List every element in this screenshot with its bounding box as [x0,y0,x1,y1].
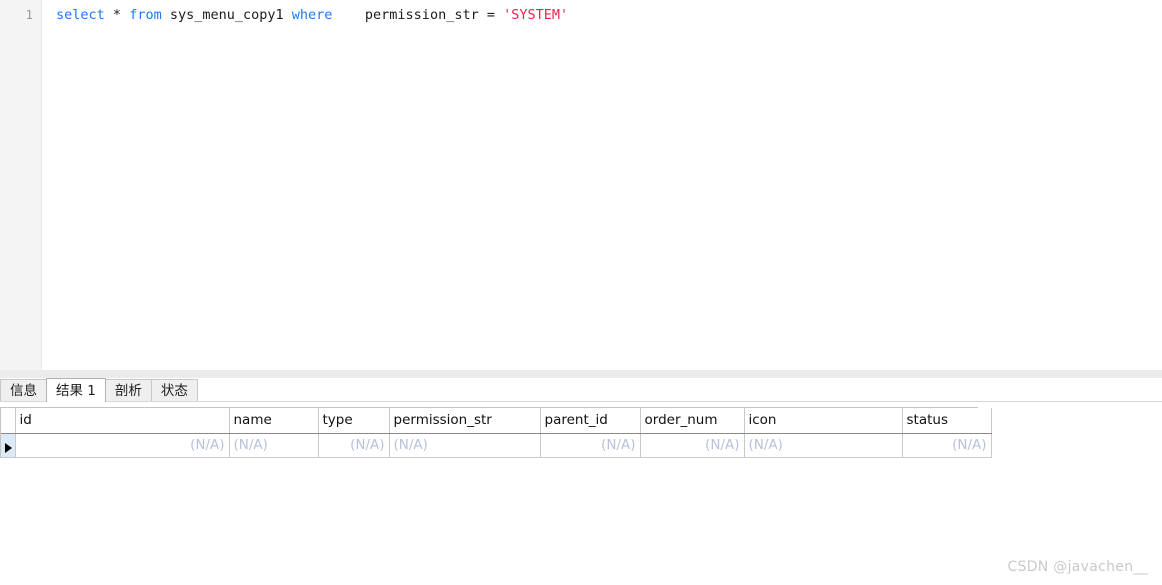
sql-editor-text[interactable]: select * from sys_menu_copy1 where permi… [56,5,568,25]
column-header-permission_str[interactable]: permission_str [389,408,540,433]
row-indicator-cell[interactable] [1,433,15,457]
column-header-order_num[interactable]: order_num [640,408,744,433]
cell-value: (N/A) [234,437,268,453]
cell-order_num[interactable]: (N/A) [640,433,744,457]
result-table[interactable]: id name type permission_str parent_id order_n… [1,408,992,458]
cell-parent_id[interactable]: (N/A) [540,433,640,457]
sql-keyword-select: select [56,7,105,23]
cell-value: (N/A) [190,437,224,453]
sql-space-1 [105,7,113,23]
sql-string-literal: 'SYSTEM' [503,7,568,23]
cell-value: (N/A) [952,437,986,453]
result-tab-label: 信息 [10,383,37,399]
result-tab-label: 状态 [161,383,188,399]
result-tab-0[interactable]: 信息 [0,379,47,402]
tab-strip: 信息 结果 1 剖析 状态 [0,378,197,402]
tab-strip-underline [0,401,1162,402]
result-tab-2[interactable]: 剖析 [105,379,152,402]
sql-space-2 [121,7,129,23]
sql-star-operator: * [113,7,121,23]
cell-value: (N/A) [601,437,635,453]
cell-value: (N/A) [394,437,428,453]
column-header-id[interactable]: id [15,408,229,433]
column-header-label: icon [749,412,777,428]
column-header-label: permission_str [394,412,492,428]
header-row: id name type permission_str parent_id order_n… [1,408,991,433]
sql-keyword-from: from [129,7,162,23]
column-header-type[interactable]: type [318,408,389,433]
column-header-parent_id[interactable]: parent_id [540,408,640,433]
result-tab-label: 剖析 [115,383,142,399]
cell-name[interactable]: (N/A) [229,433,318,457]
table-row[interactable]: (N/A) (N/A) (N/A) (N/A) (N/A) (N/A) (N/A) (N/A) [1,433,991,457]
sql-keyword-where: where [292,7,333,23]
column-header-label: name [234,412,272,428]
cell-value: (N/A) [749,437,783,453]
column-header-label: type [323,412,353,428]
sql-condition-expression: permission_str = [332,7,503,23]
column-header-label: id [20,412,32,428]
result-tab-1[interactable]: 结果 1 [46,378,106,402]
editor-splitter[interactable] [0,370,1162,378]
column-header-label: order_num [645,412,718,428]
column-header-name[interactable]: name [229,408,318,433]
result-table-body[interactable]: (N/A) (N/A) (N/A) (N/A) (N/A) (N/A) (N/A) (N/A) [1,433,991,457]
sql-editor-pane[interactable]: 1 select * from sys_menu_copy1 where per… [0,0,1162,370]
column-header-icon[interactable]: icon [744,408,902,433]
result-tab-label: 结果 1 [56,383,96,399]
line-number: 1 [25,5,33,25]
cell-type[interactable]: (N/A) [318,433,389,457]
cell-id[interactable]: (N/A) [15,433,229,457]
result-tab-bar: 信息 结果 1 剖析 状态 [0,378,1162,402]
cell-value: (N/A) [705,437,739,453]
editor-line-number-gutter: 1 [0,0,42,370]
column-header-label: status [907,412,948,428]
cell-value: (N/A) [350,437,384,453]
cell-permission_str[interactable]: (N/A) [389,433,540,457]
column-header-status[interactable]: status [902,408,991,433]
result-grid[interactable]: id name type permission_str parent_id order_n… [0,407,978,458]
current-row-arrow-icon [5,443,12,453]
sql-table-name: sys_menu_copy1 [162,7,292,23]
cell-status[interactable]: (N/A) [902,433,991,457]
watermark-text: CSDN @javachen__ [1007,559,1148,575]
result-tab-3[interactable]: 状态 [151,379,198,402]
row-header-gutter [1,408,15,433]
result-table-header: id name type permission_str parent_id order_n… [1,408,991,433]
cell-icon[interactable]: (N/A) [744,433,902,457]
column-header-label: parent_id [545,412,608,428]
